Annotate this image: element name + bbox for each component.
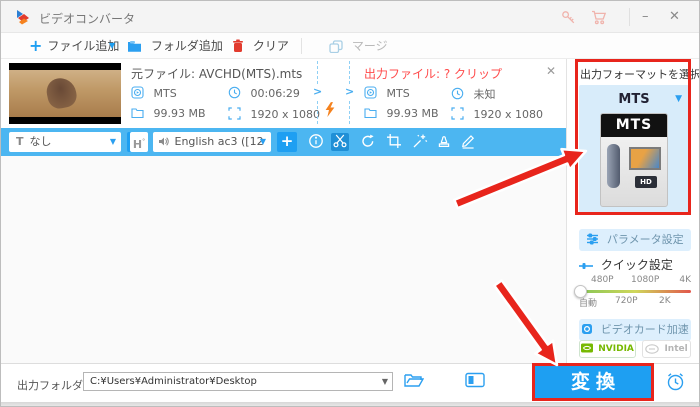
output-duration: 未知 [451,86,496,102]
main-toolbar: + ファイル追加 ▼ フォルダ追加 クリア マージ [1,33,699,59]
sliders-icon [587,233,599,245]
format-card-label: MTS [601,114,667,137]
register-key-icon[interactable] [561,10,577,26]
source-info: 元ファイル: AVCHD(MTS).mts MTS 00:06:29 99.93… [131,59,320,128]
clear-button[interactable]: クリア [232,33,289,59]
format-name: MTS [618,92,650,107]
select-format-label: 出力フォーマットを選択 [580,68,700,81]
add-file-dropdown-arrow-icon[interactable]: ▼ [109,33,115,59]
window-title: ビデオコンバータ [39,12,136,26]
effects-wand-icon[interactable] [411,133,429,151]
slider-top-labels: 480P 1080P 4K [591,275,691,285]
output-file-title: 出力ファイル: ? クリップ [364,67,503,81]
rotate-icon[interactable] [359,133,377,151]
browse-folder-icon[interactable] [404,372,425,391]
close-button[interactable]: ✕ [669,9,680,24]
gpu-icon [582,324,593,334]
edit-toolbar: Tなし ▼ + H° English ac3 ([12 ▼ + [1,128,566,156]
schedule-alarm-icon[interactable] [665,371,686,395]
add-file-button[interactable]: + ファイル追加 [29,33,119,59]
clip-list-empty-area [1,156,566,363]
merge-button[interactable]: マージ [329,33,388,59]
crop-icon[interactable] [385,133,403,151]
hd-badge: HD [635,176,657,188]
resolution-icon [228,107,241,120]
plus-icon: + [29,36,43,55]
subtitle-select[interactable]: T なし ▼ [9,132,121,152]
chevron-down-icon[interactable]: ▼ [382,373,388,390]
resolution-slider-track[interactable] [579,290,691,293]
app-logo-icon [15,9,31,25]
thumbnail-image [9,70,121,117]
cut-scissors-icon[interactable] [331,133,349,151]
audio-track-select[interactable]: English ac3 ([12 ▼ [153,132,271,152]
add-folder-button[interactable]: フォルダ追加 [127,33,223,59]
output-resolution: 1920 x 1080 [451,107,543,121]
bottom-bar: 出力フォルダ: C:¥Users¥Administrator¥Desktop ▼… [1,363,699,402]
video-thumbnail[interactable] [9,63,121,124]
remove-clip-icon[interactable]: ✕ [546,64,556,78]
chevron-right-icon: > [345,85,355,99]
output-path-input[interactable]: C:¥Users¥Administrator¥Desktop ▼ [83,372,393,391]
file-size-icon [364,108,377,119]
output-format: MTS [364,86,410,100]
chevron-down-icon[interactable]: ▼ [675,94,682,104]
clock-icon [228,86,241,99]
slider-bottom-labels: 自動 720P 2K [579,296,671,309]
quick-settings-label: クイック設定 [579,256,673,273]
camcorder-lens [607,144,620,188]
gpu-acceleration-button[interactable]: ビデオカード加速 [579,319,691,341]
resolution-icon [451,107,464,120]
format-selector[interactable]: MTS ▼ MTS HD [579,85,689,213]
minimize-button[interactable]: – [642,9,649,24]
add-audio-button[interactable]: + [277,132,297,152]
nvidia-logo-icon [581,343,594,353]
hardcode-subtitle-button[interactable]: H° [130,132,148,152]
buy-cart-icon[interactable] [591,10,607,26]
lightning-icon [323,101,337,121]
trash-icon [233,39,243,52]
convert-button[interactable]: 変換 [532,363,654,401]
chevron-down-icon: ▼ [109,137,116,146]
camcorder-screen [629,147,661,170]
folder-plus-icon [128,41,141,52]
titlebar-separator [629,8,630,26]
info-icon[interactable] [307,133,325,151]
source-format: MTS [131,86,177,100]
clock-icon [451,87,464,100]
title-bar: ビデオコンバータ – ✕ [1,1,699,33]
source-file-title: 元ファイル: AVCHD(MTS).mts [131,67,303,81]
nvidia-badge[interactable]: NVIDIA [579,340,636,358]
app-window: ビデオコンバータ – ✕ + ファイル追加 ▼ フォルダ追加 クリア マージ 元… [0,0,700,407]
source-size: 99.93 MB [131,107,206,120]
output-sidebar: 出力フォーマットを選択 MTS ▼ MTS HD パラメータ設定 クイック設定 … [566,59,700,363]
output-folder-label: 出力フォルダ: [17,379,87,392]
file-size-icon [131,108,144,119]
locate-output-file-icon[interactable] [465,372,485,391]
format-icon [131,86,144,99]
output-info: 出力ファイル: ? クリップ MTS 未知 99.93 MB 1920 x 10… [364,59,544,128]
slider-icon [579,263,593,269]
format-icon [364,86,377,99]
source-resolution: 1920 x 1080 [228,107,320,121]
window-bottom-edge [1,402,699,406]
source-duration: 00:06:29 [228,86,300,100]
clip-row[interactable]: 元ファイル: AVCHD(MTS).mts MTS 00:06:29 99.93… [1,59,566,128]
chevron-right-icon: > [313,85,323,99]
format-camcorder-icon: MTS HD [600,113,668,207]
chevron-down-icon: ▼ [259,137,266,146]
edit-pen-icon[interactable] [459,133,477,151]
toolbar-separator [301,38,302,54]
parameter-settings-button[interactable]: パラメータ設定 [579,229,691,251]
speaker-icon [159,137,169,146]
intel-logo-icon [645,344,660,354]
subtitle-icon: T [16,135,24,148]
intel-badge[interactable]: Intel [642,340,691,358]
merge-icon [329,40,343,54]
watermark-stamp-icon[interactable] [435,133,453,151]
output-size: 99.93 MB [364,107,439,120]
